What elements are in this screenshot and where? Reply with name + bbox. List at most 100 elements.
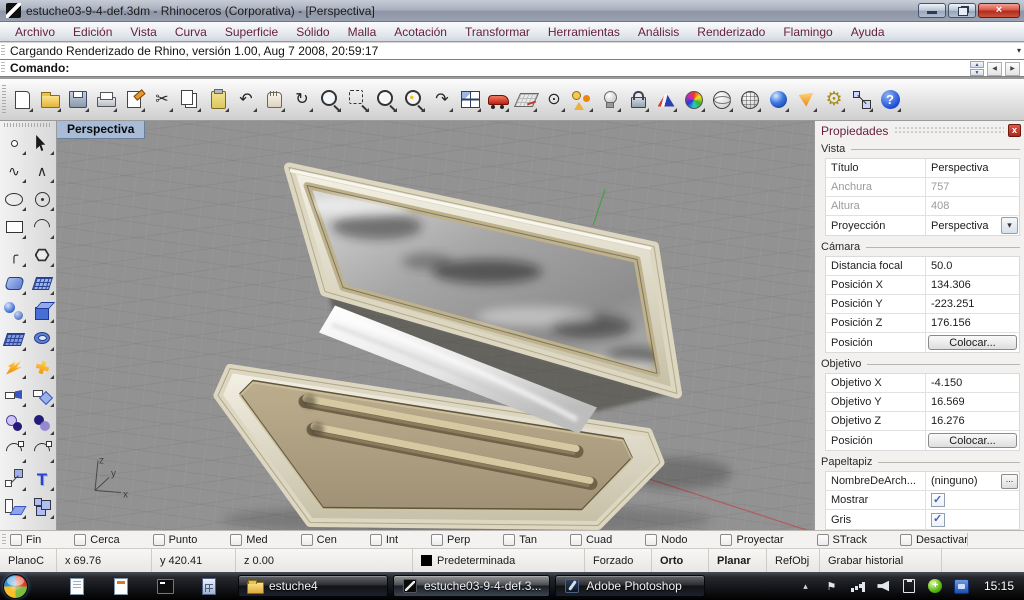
sidebar-surface-network[interactable] (28, 269, 56, 297)
toolbar-move[interactable] (484, 85, 512, 115)
osnap-checkbox[interactable] (431, 534, 443, 546)
drag-grip[interactable] (1, 45, 5, 57)
window-photoshop[interactable]: Adobe Photoshop (555, 575, 705, 597)
sidebar-explode[interactable] (0, 353, 28, 381)
sidebar-fillet-curve[interactable] (28, 437, 56, 465)
start-button[interactable] (3, 574, 28, 599)
property-value[interactable]: Colocar... ✓ (926, 431, 1019, 450)
osnap-checkbox[interactable] (503, 534, 515, 546)
osnap-nodo[interactable]: Nodo (645, 534, 687, 546)
toolbar-lock[interactable] (624, 85, 652, 115)
window-rhino[interactable]: estuche03-9-4-def.3... (393, 575, 550, 597)
restore-button[interactable] (948, 3, 976, 18)
property-value[interactable]: 176.156 ✓ (926, 314, 1019, 332)
scroll-right-icon[interactable]: ▶ (1005, 62, 1020, 76)
status-current-layer[interactable]: Predeterminada (413, 549, 585, 572)
menu-herramientas[interactable]: Herramientas (539, 22, 629, 41)
sidebar-rectangle[interactable] (0, 213, 28, 241)
property-value[interactable]: 408 ✓ (926, 197, 1019, 215)
status-planar-toggle[interactable]: Planar (709, 549, 767, 572)
toolbar-print[interactable] (92, 85, 120, 115)
scroll-left-icon[interactable]: ◀ (987, 62, 1002, 76)
toolbar-radius-dimension[interactable]: ⊙ (540, 85, 568, 115)
property-value[interactable]: 16.276 ✓ (926, 412, 1019, 430)
status-record-history-toggle[interactable]: Grabar historial (820, 549, 942, 572)
sidebar-scale[interactable] (0, 465, 28, 493)
status-refobj-toggle[interactable]: RefObj (767, 549, 820, 572)
osnap-checkbox[interactable] (570, 534, 582, 546)
toolbar-viewport-layout[interactable] (456, 85, 484, 115)
toolbar-undo-view-change[interactable]: ↷ (428, 85, 456, 115)
osnap-med[interactable]: Med (230, 534, 267, 546)
toolbar-rotate-view[interactable]: ↻ (288, 85, 316, 115)
osnap-checkbox[interactable] (817, 534, 829, 546)
property-value[interactable]: 16.569 ✓ (926, 393, 1019, 411)
toolbar-copy[interactable] (176, 85, 204, 115)
property-value[interactable]: -223.251 ✓ (926, 295, 1019, 313)
osnap-checkbox[interactable] (645, 534, 657, 546)
close-button[interactable]: × (978, 3, 1020, 18)
osnap-desactivar[interactable]: Desactivar (900, 534, 968, 546)
osnap-int[interactable]: Int (370, 534, 398, 546)
status-snap-toggle[interactable]: Forzado (585, 549, 652, 572)
toolbar-options[interactable]: ⚙ (820, 85, 848, 115)
terminal-icon[interactable] (156, 577, 174, 595)
property-value[interactable]: 134.306 ✓ (926, 276, 1019, 294)
property-value[interactable]: Perspectiva ✓ (926, 159, 1019, 177)
toolbar-new-file[interactable] (8, 85, 36, 115)
osnap-punto[interactable]: Punto (153, 534, 198, 546)
property-value[interactable]: (ninguno) ✓ (926, 472, 1019, 490)
toolbar-save-file[interactable] (64, 85, 92, 115)
toolbar-zoom-selected[interactable] (400, 85, 428, 115)
panel-drag-grip[interactable] (894, 126, 1004, 135)
sidebar-circle[interactable] (28, 185, 56, 213)
sidebar-boolean-intersection[interactable] (28, 409, 56, 437)
toolbar-cut[interactable]: ✂ (148, 85, 176, 115)
menu-archivo[interactable]: Archivo (6, 22, 64, 41)
sidebar-mesh[interactable] (0, 325, 28, 353)
status-z-coordinate[interactable]: z 0.00 (236, 549, 413, 572)
sidebar-move-copy[interactable] (0, 493, 28, 521)
toolbar-open-file[interactable] (36, 85, 64, 115)
toolbar-paste[interactable] (204, 85, 232, 115)
sidebar-extend-curve[interactable] (0, 437, 28, 465)
history-dropdown-icon[interactable]: ▾ (1017, 46, 1021, 55)
sidebar-split[interactable] (28, 381, 56, 409)
flag-icon[interactable]: ⚑ (824, 579, 839, 594)
menu-analisis[interactable]: Análisis (629, 22, 688, 41)
menu-solido[interactable]: Sólido (287, 22, 338, 41)
speaker-icon[interactable] (876, 579, 891, 594)
sidebar-point[interactable] (0, 129, 28, 157)
menu-vista[interactable]: Vista (121, 22, 165, 41)
menu-flamingo[interactable]: Flamingo (774, 22, 841, 41)
sidebar-ellipse[interactable] (0, 185, 28, 213)
property-value[interactable]: 757 ✓ (926, 178, 1019, 196)
menu-malla[interactable]: Malla (339, 22, 386, 41)
sidebar-group[interactable] (28, 493, 56, 521)
toolbar-dimension[interactable] (848, 85, 876, 115)
signal-bars-icon[interactable] (850, 579, 865, 594)
minimize-button[interactable] (918, 3, 946, 18)
property-value[interactable]: Perspectiva ✓ (926, 216, 1019, 235)
osnap-proyectar[interactable]: Proyectar (720, 534, 783, 546)
toolbar-shaded-viewport[interactable] (652, 85, 680, 115)
property-value[interactable]: ✓ (926, 491, 1019, 509)
osnap-cerca[interactable]: Cerca (74, 534, 119, 546)
osnap-cuad[interactable]: Cuad (570, 534, 612, 546)
perspective-viewport[interactable]: Perspectiva (57, 121, 814, 530)
osnap-checkbox[interactable] (153, 534, 165, 546)
osnap-checkbox[interactable] (74, 534, 86, 546)
status-y-coordinate[interactable]: y 420.41 (152, 549, 236, 572)
sidebar-trim[interactable] (0, 381, 28, 409)
sidebar-tube[interactable] (28, 325, 56, 353)
property-value[interactable]: -4.150 ✓ (926, 374, 1019, 392)
command-spinner[interactable]: ▲▼ (970, 61, 984, 76)
viewport-title-tab[interactable]: Perspectiva (57, 121, 145, 139)
menu-renderizado[interactable]: Renderizado (688, 22, 774, 41)
toolbar-cplane[interactable] (512, 85, 540, 115)
toolbar-color-wheel[interactable] (680, 85, 708, 115)
osnap-tan[interactable]: Tan (503, 534, 537, 546)
spin-up-icon[interactable]: ▲ (970, 61, 984, 68)
property-value[interactable]: ✓ (926, 510, 1019, 529)
toolbar-undo[interactable]: ↶ (232, 85, 260, 115)
